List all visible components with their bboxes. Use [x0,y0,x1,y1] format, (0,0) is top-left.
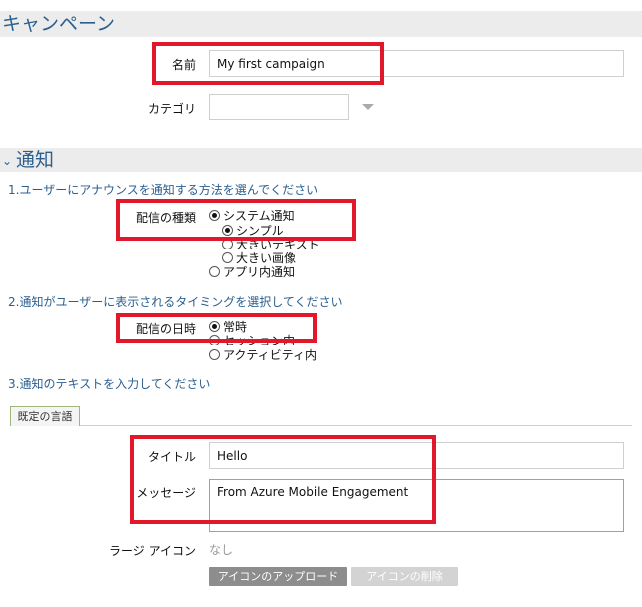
name-label: 名前 [171,58,196,72]
radio-label: 大きい画像 [236,251,297,265]
radio-in-activity[interactable]: アクティビティ内 [209,348,317,362]
title-label: タイトル [147,450,196,464]
radio-big-text[interactable]: 大きいテキスト [222,238,320,249]
radio-in-app[interactable]: アプリ内通知 [209,265,295,279]
large-icon-label: ラージ アイコン [109,544,196,558]
notification-section-title: 通知 [16,149,55,171]
radio-selected-icon[interactable] [209,210,220,221]
radio-label: アクティビティ内 [223,348,317,362]
campaign-name-input[interactable]: My first campaign [209,50,624,77]
step2-instruction: 2.通知がユーザーに表示されるタイミングを選択してください [8,295,343,309]
radio-simple[interactable]: シンプル [222,224,284,238]
radio-selected-icon[interactable] [222,225,233,236]
message-label: メッセージ [136,486,196,500]
upload-icon-button[interactable]: アイコンのアップロード [209,567,347,586]
radio-label: 常時 [223,320,248,334]
title-input[interactable]: Hello [209,442,624,469]
radio-label: アプリ内通知 [223,265,296,279]
step3-instruction: 3.通知のテキストを入力してください [8,377,211,391]
radio-label: セッション内 [223,334,296,345]
campaign-section-header: キャンペーン [0,11,642,37]
chevron-down-icon[interactable]: ⌄ [2,149,16,173]
radio-selected-icon[interactable] [209,321,220,332]
category-label: カテゴリ [147,102,196,116]
radio-unselected-icon[interactable] [222,239,233,249]
step1-instruction: 1.ユーザーにアナウンスを通知する方法を選んでください [8,183,319,197]
radio-label: シンプル [236,224,284,238]
radio-unselected-icon[interactable] [222,252,233,263]
delivery-time-label: 配信の日時 [135,322,196,336]
large-icon-value: なし [209,543,234,557]
notification-section-header[interactable]: ⌄ 通知 [0,148,642,172]
tab-divider [80,425,632,426]
delete-icon-button[interactable]: アイコンの削除 [351,567,458,586]
chevron-down-icon[interactable] [362,104,374,110]
radio-big-image[interactable]: 大きい画像 [222,251,296,265]
radio-always[interactable]: 常時 [209,320,247,334]
category-select[interactable] [209,94,349,120]
radio-in-session[interactable]: セッション内 [209,334,295,345]
radio-unselected-icon[interactable] [209,266,220,277]
delivery-type-label: 配信の種類 [135,211,196,225]
radio-system-notification[interactable]: システム通知 [209,209,295,223]
radio-unselected-icon[interactable] [209,335,220,345]
radio-unselected-icon[interactable] [209,349,220,360]
message-textarea[interactable]: From Azure Mobile Engagement [209,479,624,532]
tab-default-language[interactable]: 既定の言語 [10,406,80,426]
radio-label: 大きいテキスト [236,238,320,249]
campaign-section-title: キャンペーン [2,13,116,35]
radio-label: システム通知 [223,209,295,223]
